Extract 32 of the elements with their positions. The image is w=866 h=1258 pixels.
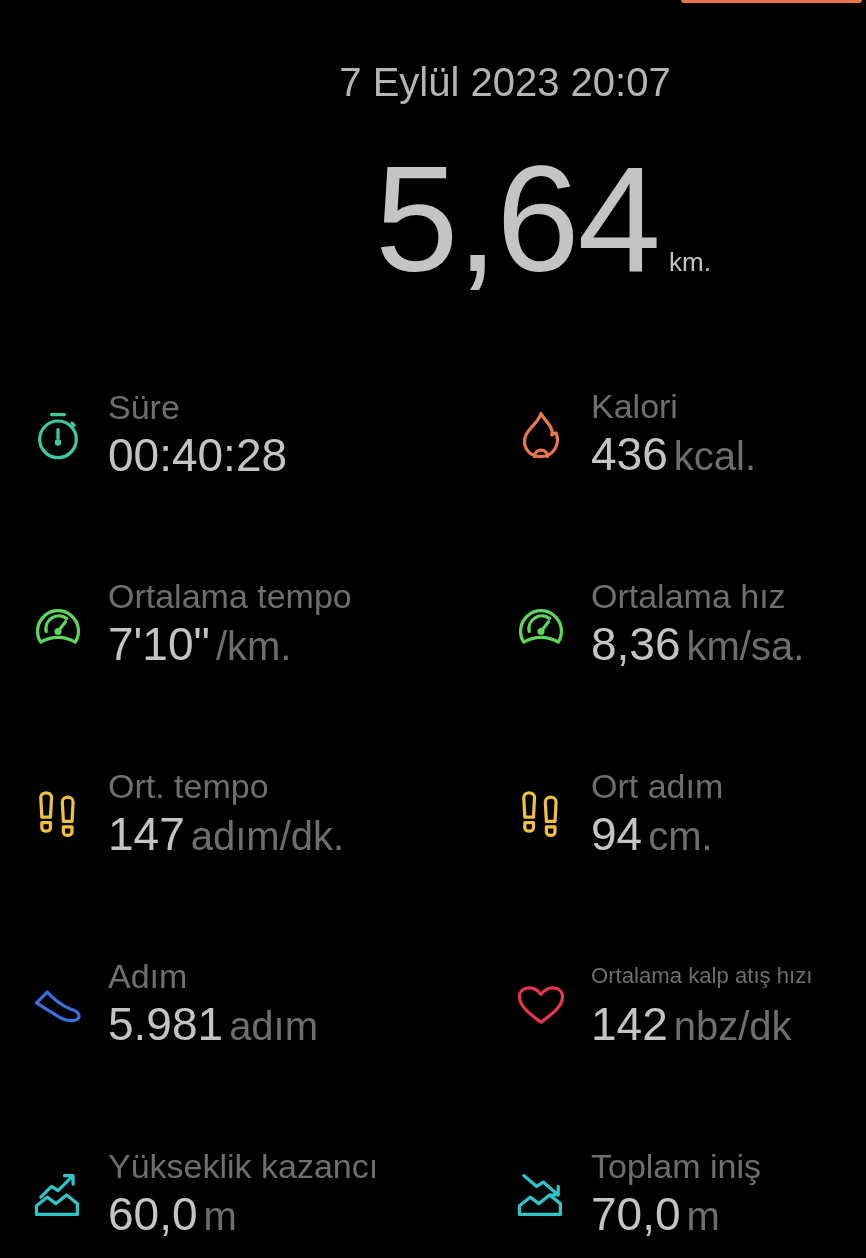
metric-unit: /km.: [215, 623, 292, 670]
metric-label: Ortalama kalp atış hızı: [591, 962, 814, 990]
metric-value: 436: [591, 427, 668, 482]
metric-label: Ortalama tempo: [108, 576, 353, 616]
metric-value: 00:40:28: [108, 428, 288, 483]
metric-label: Yükseklik kazancı: [108, 1146, 380, 1186]
metric-unit: nbz/dk: [673, 1003, 792, 1050]
metric-value: 147: [108, 807, 185, 862]
metric-label: Adım: [108, 956, 189, 996]
metric-unit: m: [686, 1193, 720, 1240]
metric-unit: adım: [229, 1003, 319, 1050]
metric-value: 142: [591, 997, 668, 1052]
metric-value: 8,36: [591, 617, 681, 672]
metric-label: Ortalama hız: [591, 576, 787, 616]
metric-label: Toplam iniş: [591, 1146, 763, 1186]
metric-unit: cm.: [648, 813, 713, 860]
metric-value: 70,0: [591, 1187, 681, 1242]
metric-unit: kcal.: [673, 433, 756, 480]
distance-unit: km.: [669, 247, 711, 278]
metric-value: 94: [591, 807, 643, 862]
metric-unit: adım/dk.: [190, 813, 345, 860]
activity-date: 7 Eylül 2023 20:07: [339, 60, 671, 104]
metric-unit: m: [203, 1193, 237, 1240]
metric-label: Ort. tempo: [108, 766, 270, 806]
metric-unit: km/sa.: [686, 623, 805, 670]
metric-value: 60,0: [108, 1187, 198, 1242]
metric-label: Ort adım: [591, 766, 725, 806]
metric-label: Kalori: [591, 386, 679, 426]
metric-value: 7'10": [108, 617, 210, 672]
metric-label: Süre: [108, 387, 181, 427]
distance-value: 5,64: [375, 134, 660, 304]
metric-value: 5.981: [108, 997, 224, 1052]
